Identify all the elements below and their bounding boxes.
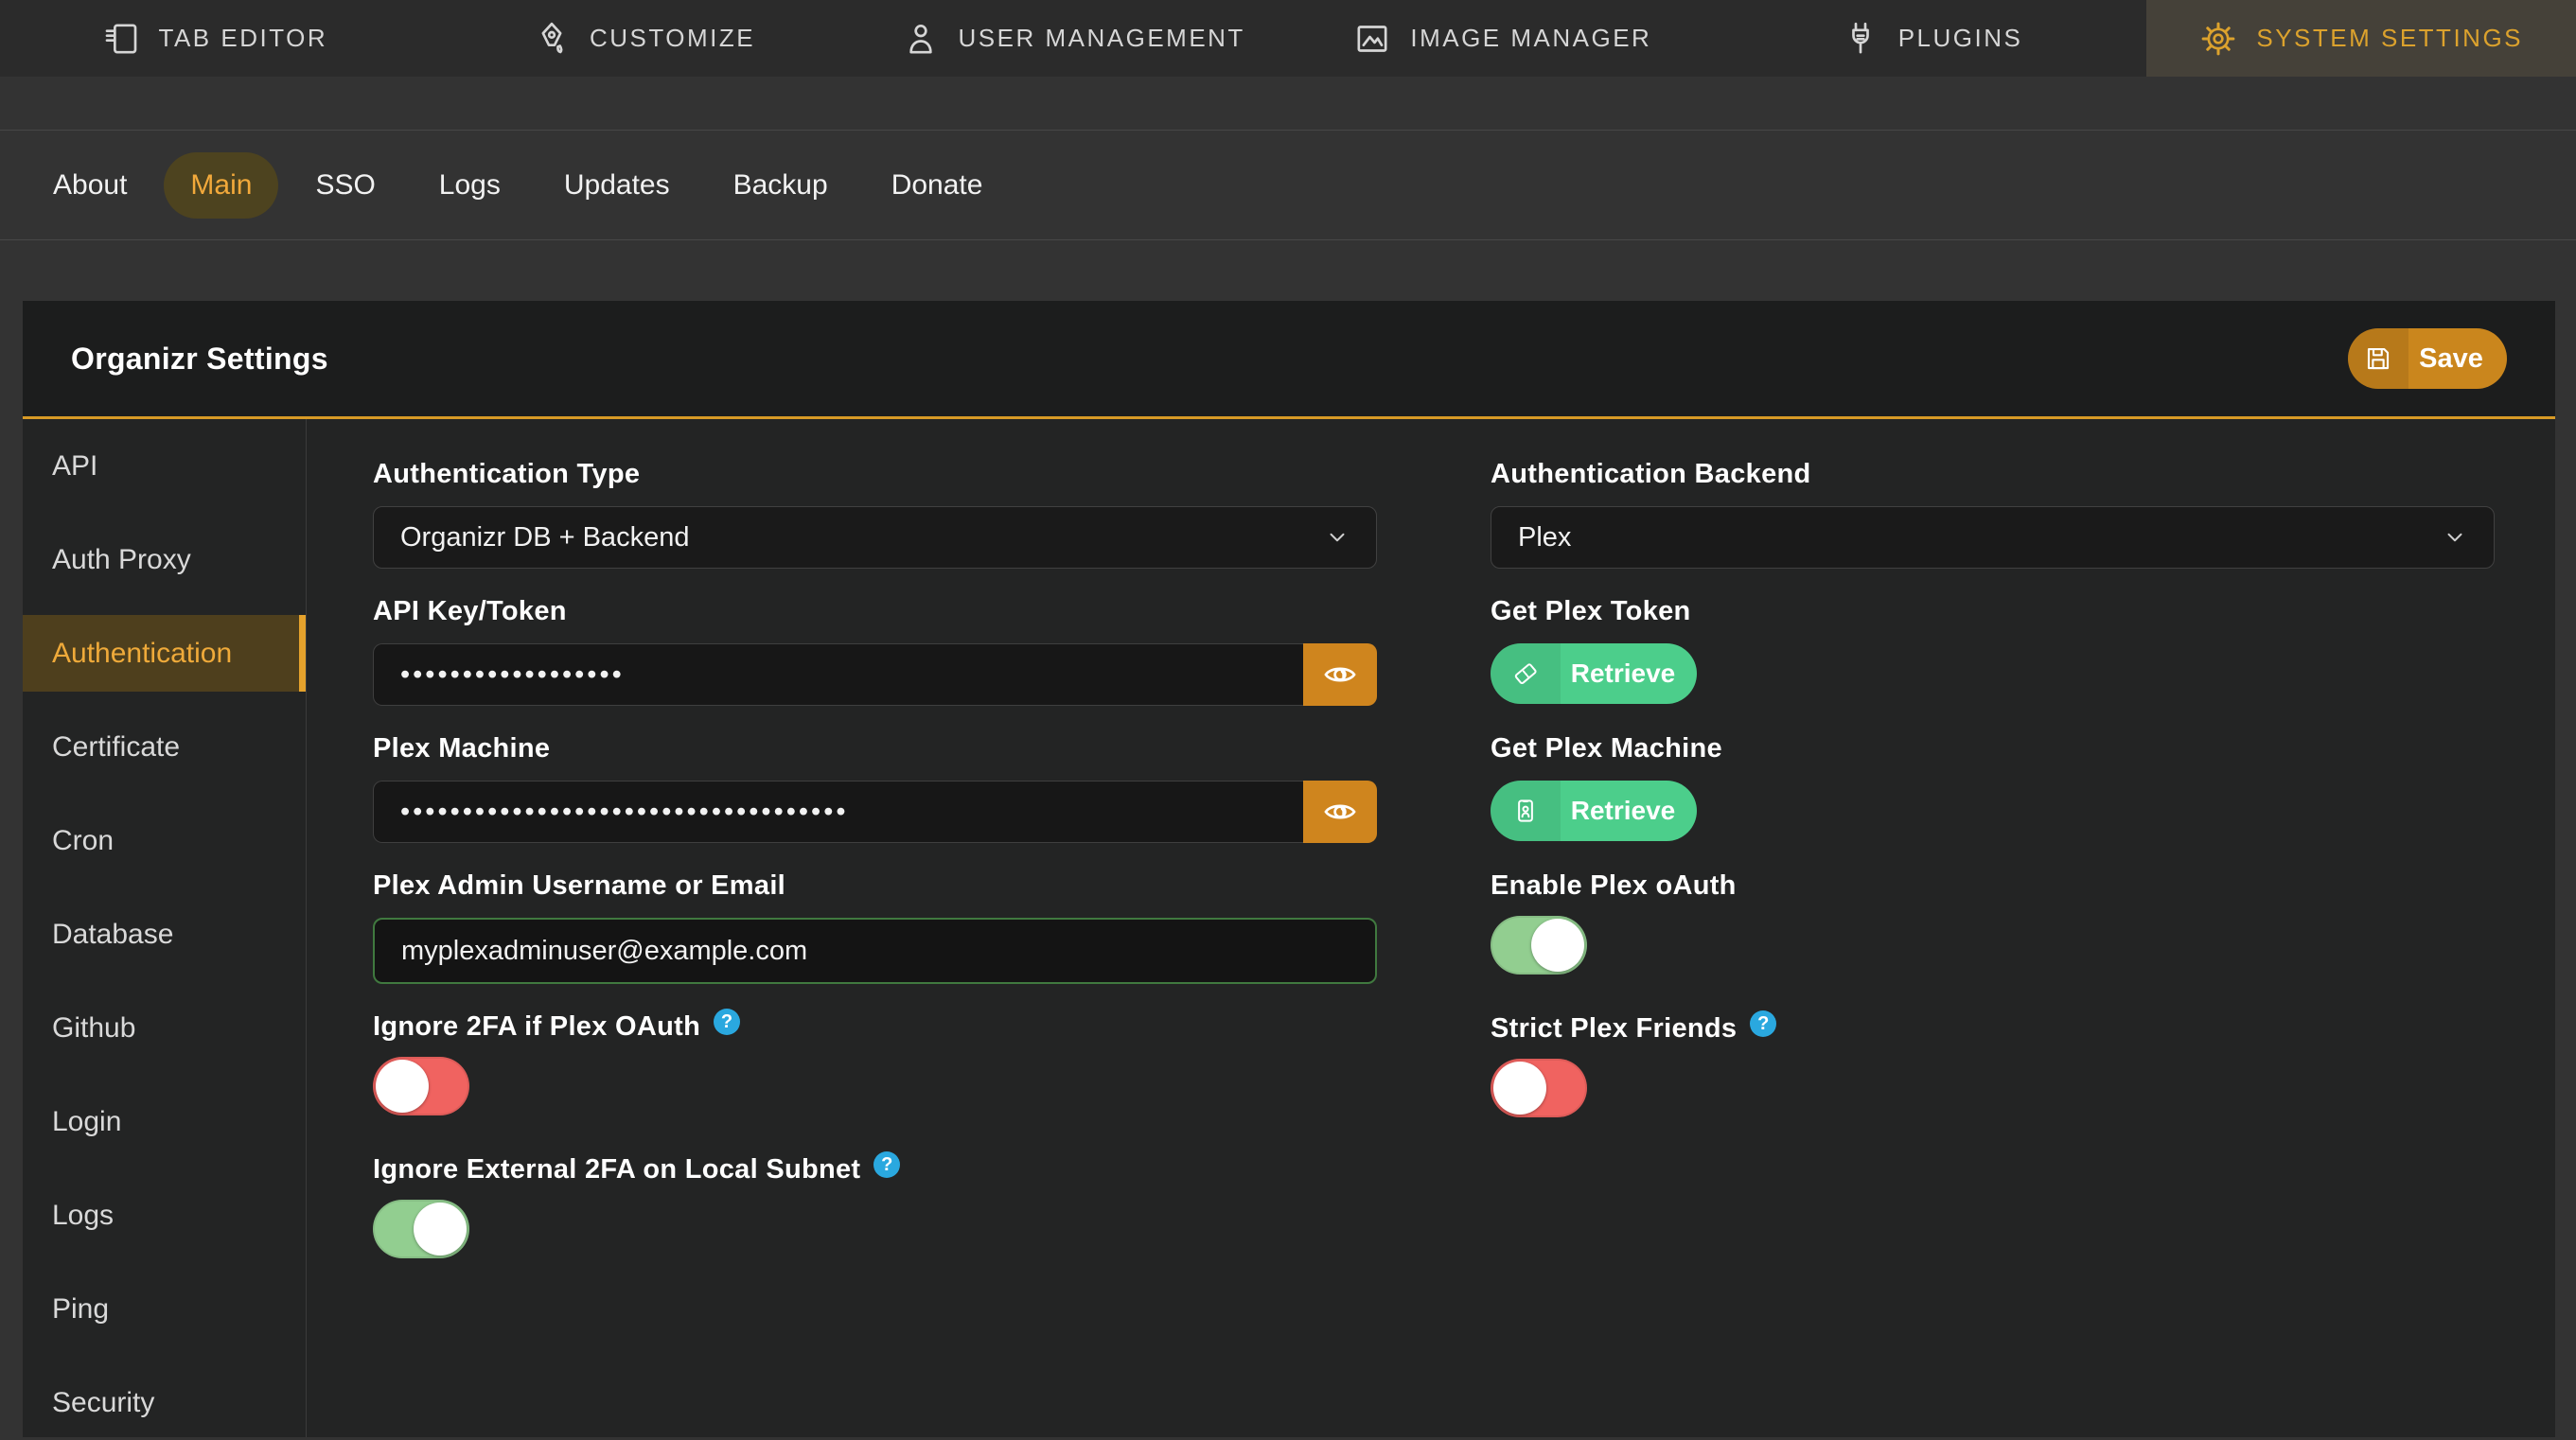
nav-tab-image-manager[interactable]: IMAGE MANAGER — [1288, 0, 1718, 77]
sidebar-item-login[interactable]: Login — [23, 1075, 306, 1168]
authentication-backend-value: Plex — [1518, 522, 1571, 553]
page-title: Organizr Settings — [71, 342, 328, 377]
strict-plex-friends-toggle[interactable] — [1491, 1059, 1587, 1117]
sidebar-item-security[interactable]: Security — [23, 1356, 306, 1437]
help-icon[interactable] — [714, 1009, 740, 1035]
user-management-icon — [902, 20, 940, 58]
subtab-sso[interactable]: SSO — [289, 152, 401, 219]
authentication-backend-select[interactable]: Plex — [1491, 506, 2495, 569]
api-key-input[interactable] — [373, 643, 1303, 706]
toggle-knob — [414, 1203, 467, 1256]
enable-plex-oauth-toggle[interactable] — [1491, 916, 1587, 975]
save-icon — [2348, 328, 2408, 389]
authentication-settings-form: Authentication Type Organizr DB + Backen… — [307, 419, 2555, 1437]
tab-editor-icon — [102, 20, 140, 58]
plex-machine-reveal-button[interactable] — [1303, 781, 1377, 843]
nav-tab-label: SYSTEM SETTINGS — [2256, 24, 2523, 53]
ignore-external-2fa-label: Ignore External 2FA on Local Subnet — [373, 1153, 1377, 1185]
image-manager-icon — [1353, 20, 1391, 58]
nav-tab-user-management[interactable]: USER MANAGEMENT — [858, 0, 1288, 77]
settings-panel: Organizr Settings Save API Auth Proxy Au… — [23, 301, 2555, 1437]
gear-icon — [2199, 20, 2237, 58]
sidebar-item-authentication[interactable]: Authentication — [23, 606, 306, 700]
plex-machine-input[interactable] — [373, 781, 1303, 843]
authentication-type-select[interactable]: Organizr DB + Backend — [373, 506, 1377, 569]
toggle-knob — [376, 1060, 429, 1113]
top-navbar: TAB EDITOR CUSTOMIZE USER MANAGEMENT IMA… — [0, 0, 2576, 77]
api-key-label: API Key/Token — [373, 595, 1377, 627]
toggle-knob — [1531, 919, 1584, 972]
ignore-external-2fa-toggle[interactable] — [373, 1200, 469, 1258]
plex-admin-label: Plex Admin Username or Email — [373, 869, 1377, 902]
form-right-column: Authentication Backend Plex Get Plex Tok… — [1491, 458, 2495, 1296]
subtab-logs[interactable]: Logs — [413, 152, 527, 219]
subtab-about[interactable]: About — [26, 152, 153, 219]
settings-subtabs: About Main SSO Logs Updates Backup Donat… — [0, 130, 2576, 240]
help-icon[interactable] — [873, 1151, 900, 1178]
eye-icon — [1322, 657, 1358, 693]
eye-icon — [1322, 794, 1358, 830]
nav-tab-tab-editor[interactable]: TAB EDITOR — [0, 0, 430, 77]
subtab-updates[interactable]: Updates — [538, 152, 697, 219]
panel-header: Organizr Settings Save — [23, 301, 2555, 419]
sidebar-item-auth-proxy[interactable]: Auth Proxy — [23, 513, 306, 606]
get-plex-machine-label: Get Plex Machine — [1491, 732, 2495, 764]
form-left-column: Authentication Type Organizr DB + Backen… — [373, 458, 1377, 1296]
get-plex-token-label: Get Plex Token — [1491, 595, 2495, 627]
settings-sidebar: API Auth Proxy Authentication Certificat… — [23, 419, 307, 1437]
toggle-knob — [1493, 1062, 1546, 1115]
nav-tab-plugins[interactable]: PLUGINS — [1718, 0, 2147, 77]
nav-tab-label: TAB EDITOR — [159, 24, 328, 53]
sidebar-item-api[interactable]: API — [23, 419, 306, 513]
nav-tab-label: PLUGINS — [1898, 24, 2023, 53]
retrieve-button-label: Retrieve — [1561, 659, 1697, 689]
chevron-down-icon — [1325, 525, 1350, 550]
sidebar-item-cron[interactable]: Cron — [23, 794, 306, 887]
ticket-icon — [1491, 643, 1561, 704]
strict-plex-friends-label: Strict Plex Friends — [1491, 1012, 2495, 1045]
id-badge-icon — [1491, 781, 1561, 841]
ignore-2fa-toggle[interactable] — [373, 1057, 469, 1115]
subtab-backup[interactable]: Backup — [707, 152, 855, 219]
customize-icon — [533, 20, 571, 58]
plex-machine-label: Plex Machine — [373, 732, 1377, 764]
authentication-type-value: Organizr DB + Backend — [400, 522, 689, 553]
nav-tab-customize[interactable]: CUSTOMIZE — [430, 0, 859, 77]
ignore-2fa-label: Ignore 2FA if Plex OAuth — [373, 1010, 1377, 1043]
retrieve-plex-token-button[interactable]: Retrieve — [1491, 643, 1697, 704]
api-key-reveal-button[interactable] — [1303, 643, 1377, 706]
sidebar-item-certificate[interactable]: Certificate — [23, 700, 306, 794]
retrieve-button-label: Retrieve — [1561, 796, 1697, 826]
nav-tab-label: IMAGE MANAGER — [1410, 24, 1651, 53]
save-button[interactable]: Save — [2348, 328, 2507, 389]
nav-tab-label: USER MANAGEMENT — [959, 24, 1245, 53]
sidebar-item-ping[interactable]: Ping — [23, 1262, 306, 1356]
save-button-label: Save — [2408, 343, 2507, 375]
chevron-down-icon — [2443, 525, 2467, 550]
authentication-backend-label: Authentication Backend — [1491, 458, 2495, 490]
enable-plex-oauth-label: Enable Plex oAuth — [1491, 869, 2495, 902]
plex-admin-input[interactable] — [373, 918, 1377, 984]
sidebar-item-github[interactable]: Github — [23, 981, 306, 1075]
subtab-donate[interactable]: Donate — [865, 152, 1010, 219]
retrieve-plex-machine-button[interactable]: Retrieve — [1491, 781, 1697, 841]
sidebar-item-logs[interactable]: Logs — [23, 1168, 306, 1262]
nav-tab-system-settings[interactable]: SYSTEM SETTINGS — [2146, 0, 2576, 77]
help-icon[interactable] — [1750, 1010, 1776, 1037]
plugins-icon — [1842, 20, 1879, 58]
sidebar-item-database[interactable]: Database — [23, 887, 306, 981]
subtab-main[interactable]: Main — [164, 152, 278, 219]
nav-tab-label: CUSTOMIZE — [590, 24, 755, 53]
authentication-type-label: Authentication Type — [373, 458, 1377, 490]
